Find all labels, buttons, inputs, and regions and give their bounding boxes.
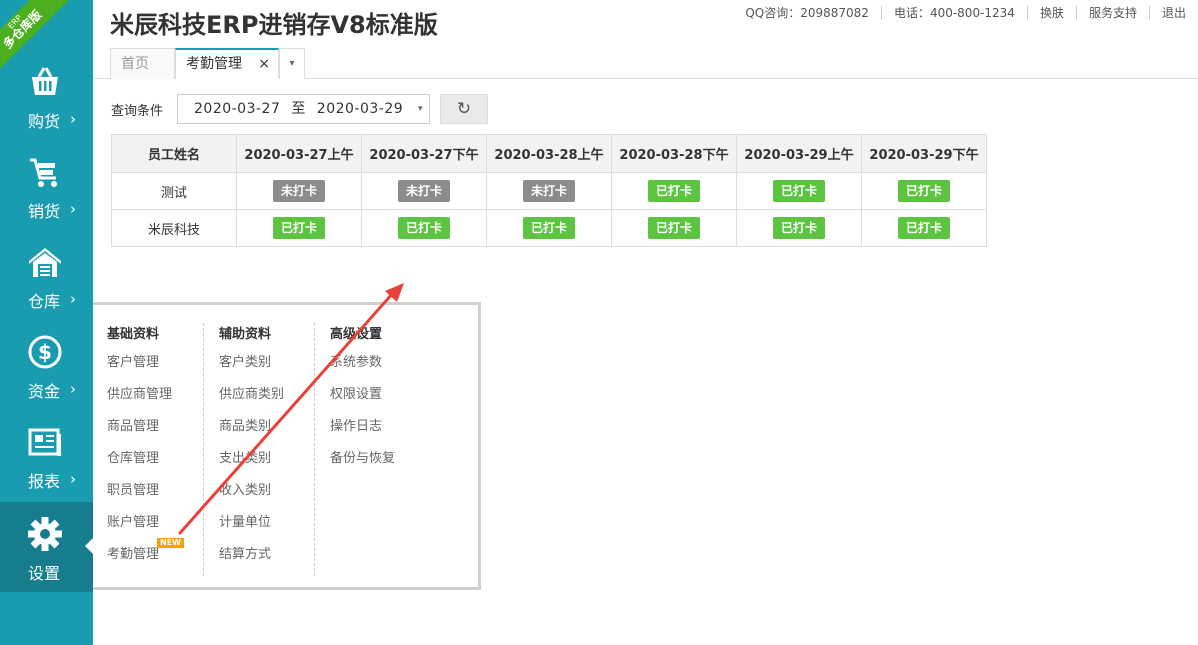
- date-range-picker[interactable]: 2020-03-27 至 2020-03-29 ▾: [177, 94, 430, 124]
- top-links: QQ咨询：209887082 电话：400-800-1234 换肤 服务支持 退…: [733, 6, 1186, 20]
- menu-item-system-params[interactable]: 系统参数: [330, 355, 424, 387]
- tab-more-dropdown[interactable]: ▾: [279, 48, 305, 79]
- attendance-table: 员工姓名 2020-03-27上午 2020-03-27下午 2020-03-2…: [111, 134, 987, 247]
- status-badge: 未打卡: [398, 180, 450, 202]
- menu-item-product-categories[interactable]: 商品类别: [219, 419, 313, 451]
- employee-name: 测试: [111, 172, 237, 210]
- status-badge: 已打卡: [648, 217, 700, 239]
- chevron-down-icon: ▾: [289, 58, 295, 69]
- report-icon: [28, 428, 61, 456]
- sidebar-item-label: 设置: [28, 564, 61, 583]
- status-badge: 已打卡: [898, 180, 950, 202]
- menu-heading: 基础资料: [107, 327, 160, 342]
- menu-heading: 辅助资料: [219, 327, 272, 342]
- qq-contact-link[interactable]: QQ咨询：209887082: [733, 6, 882, 20]
- support-link[interactable]: 服务支持: [1077, 6, 1150, 20]
- sidebar-item-label: 报表: [28, 472, 61, 491]
- menu-item-permissions[interactable]: 权限设置: [330, 387, 424, 419]
- chevron-right-icon: ›: [70, 110, 76, 128]
- end-date: 2020-03-29: [316, 101, 404, 117]
- menu-item-products[interactable]: 商品管理: [107, 419, 217, 451]
- status-badge: 未打卡: [273, 180, 325, 202]
- menu-column-auxiliary: 辅助资料 客户类别 供应商类别 商品类别 支出类别 收入类别 计量单位 结算方式: [203, 323, 313, 576]
- menu-item-customers[interactable]: 客户管理: [107, 355, 217, 387]
- status-badge: 已打卡: [773, 180, 825, 202]
- sidebar-item-settings[interactable]: 设置: [0, 502, 93, 592]
- chevron-right-icon: ›: [70, 290, 76, 308]
- edition-ribbon: ERP 多仓库版: [0, 0, 70, 70]
- cart-icon: [30, 158, 57, 187]
- sidebar-item-label: 仓库: [28, 292, 61, 311]
- sidebar-item-warehouse[interactable]: 仓库 ›: [0, 230, 93, 320]
- menu-item-suppliers[interactable]: 供应商管理: [107, 387, 217, 419]
- menu-item-staff[interactable]: 职员管理: [107, 483, 217, 515]
- menu-column-basic: 基础资料 客户管理 供应商管理 商品管理 仓库管理 职员管理 账户管理 考勤管理…: [107, 323, 217, 579]
- dollar-icon: $: [28, 335, 62, 369]
- table-row: 测试 未打卡 未打卡 未打卡 已打卡 已打卡 已打卡: [111, 172, 987, 210]
- logout-link[interactable]: 退出: [1150, 6, 1186, 20]
- menu-item-units[interactable]: 计量单位: [219, 515, 313, 547]
- start-date: 2020-03-27: [194, 101, 281, 117]
- ribbon-main-text: 多仓库版: [0, 7, 45, 52]
- column-header: 2020-03-29上午: [736, 134, 862, 173]
- svg-text:$: $: [38, 340, 52, 364]
- tab-bar: 首页 考勤管理 × ▾: [93, 46, 1198, 79]
- app-window: ERP 多仓库版 购货 › 销货 › 仓库 › $ 资金 › 报表 › 设置 米…: [0, 0, 1198, 645]
- menu-item-supplier-categories[interactable]: 供应商类别: [219, 387, 313, 419]
- menu-item-operation-log[interactable]: 操作日志: [330, 419, 424, 451]
- sidebar-item-label: 销货: [28, 202, 61, 221]
- employee-name: 米辰科技: [111, 209, 237, 247]
- chevron-down-icon: ▾: [417, 104, 423, 114]
- chevron-right-icon: ›: [70, 380, 76, 398]
- menu-item-backup-restore[interactable]: 备份与恢复: [330, 451, 424, 483]
- status-badge: 已打卡: [398, 217, 450, 239]
- query-label: 查询条件: [111, 104, 164, 119]
- table-row: 米辰科技 已打卡 已打卡 已打卡 已打卡 已打卡 已打卡: [111, 209, 987, 247]
- sidebar: ERP 多仓库版 购货 › 销货 › 仓库 › $ 资金 › 报表 › 设置: [0, 0, 93, 645]
- sidebar-item-sales[interactable]: 销货 ›: [0, 140, 93, 230]
- app-title: 米辰科技ERP进销存V8标准版: [110, 11, 438, 39]
- status-badge: 已打卡: [523, 217, 575, 239]
- status-badge: 已打卡: [273, 217, 325, 239]
- new-badge: NEW: [157, 538, 184, 548]
- sidebar-item-funds[interactable]: $ 资金 ›: [0, 320, 93, 410]
- column-header: 2020-03-29下午: [861, 134, 987, 173]
- menu-item-warehouses[interactable]: 仓库管理: [107, 451, 217, 483]
- menu-item-attendance[interactable]: 考勤管理 NEW: [107, 538, 217, 579]
- gear-icon: [28, 517, 62, 551]
- menu-item-settlement-methods[interactable]: 结算方式: [219, 547, 313, 579]
- menu-item-income-categories[interactable]: 收入类别: [219, 483, 313, 515]
- sidebar-item-label: 购货: [28, 112, 61, 131]
- skin-link[interactable]: 换肤: [1028, 6, 1077, 20]
- sidebar-item-label: 资金: [28, 382, 61, 401]
- menu-heading: 高级设置: [330, 327, 383, 342]
- tab-label: 考勤管理: [186, 56, 242, 72]
- settings-menu: 基础资料 客户管理 供应商管理 商品管理 仓库管理 职员管理 账户管理 考勤管理…: [93, 302, 481, 590]
- status-badge: 未打卡: [523, 180, 575, 202]
- status-badge: 已打卡: [898, 217, 950, 239]
- refresh-icon: ↻: [456, 99, 472, 119]
- chevron-right-icon: ›: [70, 200, 76, 218]
- tab-home[interactable]: 首页: [110, 48, 175, 79]
- sidebar-item-reports[interactable]: 报表 ›: [0, 410, 93, 500]
- menu-item-customer-categories[interactable]: 客户类别: [219, 355, 313, 387]
- column-header: 2020-03-27下午: [361, 134, 487, 173]
- refresh-button[interactable]: ↻: [440, 94, 488, 124]
- column-header: 2020-03-27上午: [236, 134, 362, 173]
- warehouse-icon: [29, 248, 61, 277]
- status-badge: 已打卡: [773, 217, 825, 239]
- menu-column-advanced: 高级设置 系统参数 权限设置 操作日志 备份与恢复: [314, 323, 424, 576]
- menu-item-expense-categories[interactable]: 支出类别: [219, 451, 313, 483]
- table-header-row: 员工姓名 2020-03-27上午 2020-03-27下午 2020-03-2…: [111, 134, 987, 173]
- date-separator: 至: [291, 101, 306, 117]
- phone-link[interactable]: 电话：400-800-1234: [882, 6, 1028, 20]
- status-badge: 已打卡: [648, 180, 700, 202]
- column-header: 2020-03-28上午: [486, 134, 612, 173]
- menu-item-label: 考勤管理: [107, 547, 160, 562]
- column-header: 2020-03-28下午: [611, 134, 737, 173]
- close-icon[interactable]: ×: [258, 50, 270, 78]
- chevron-right-icon: ›: [70, 470, 76, 488]
- tab-attendance[interactable]: 考勤管理 ×: [175, 48, 279, 79]
- column-header: 员工姓名: [111, 134, 237, 173]
